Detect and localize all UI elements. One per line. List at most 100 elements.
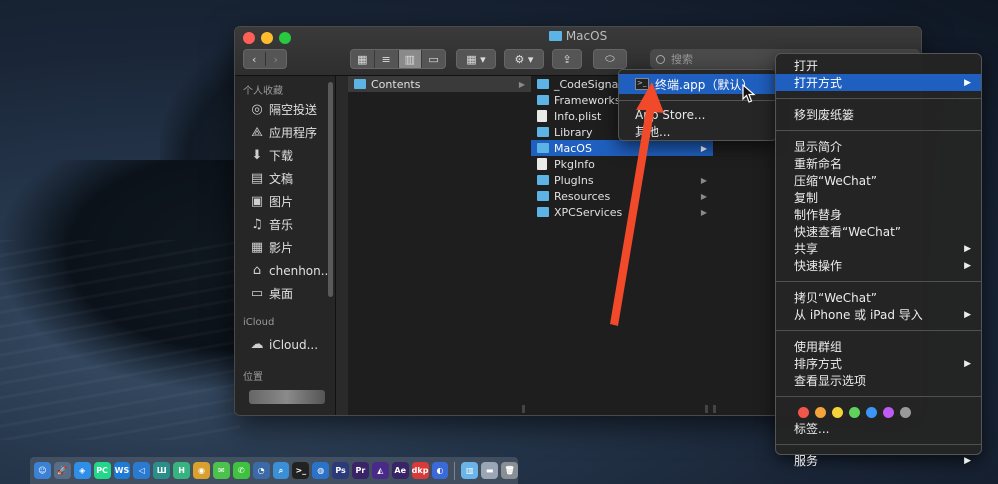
menu-separator [776,330,981,331]
sidebar-item-label: iCloud... [269,337,319,352]
tag-purple[interactable] [883,407,894,418]
dock-chrome-icon[interactable]: ◉ [193,462,210,479]
search-icon [656,54,665,64]
dock-downloads-folder-icon[interactable]: ▥ [461,462,479,479]
sidebar-item-pictures[interactable]: ▣ 图片 [235,190,335,213]
menu-item-label: 共享 [794,242,819,256]
airdrop-icon: ◎ [251,102,263,117]
sidebar-item-label: 图片 [269,195,294,209]
dock-messages-icon[interactable]: ✉ [212,462,230,479]
icloud-heading: iCloud [243,317,275,328]
menu-item-show-view-options[interactable]: 查看显示选项 [776,372,981,389]
sidebar-item-label: 桌面 [269,287,294,301]
dock-proxy-icon[interactable]: ◔ [252,462,270,479]
menu-item-tags[interactable]: 标签... [776,420,981,437]
dock-stack-icon[interactable]: ▬ [481,462,499,479]
action-gear-button[interactable]: ⚙ ▾ [504,49,544,69]
folder-icon [354,79,366,89]
chevron-right-icon: ▶ [518,79,525,89]
share-button[interactable]: ⇪ [552,49,582,69]
dock-search-icon[interactable]: ⌕ [272,462,290,479]
sidebar-item-downloads[interactable]: ⬇ 下载 [235,144,335,167]
menu-item-copy[interactable]: 拷贝“WeChat” [776,289,981,306]
dock-notes-icon[interactable]: Ш [153,462,171,479]
folder-icon [548,31,562,41]
menu-item-use-groups[interactable]: 使用群组 [776,338,981,355]
tag-gray[interactable] [900,407,911,418]
sidebar-item-label: chenhon... [269,263,333,278]
icon-view-button[interactable]: ▦ [351,50,375,68]
item-label: MacOS [554,141,592,155]
dock-webstorm-icon[interactable]: WS [113,462,131,479]
sidebar-item-documents[interactable]: ▤ 文稿 [235,167,335,190]
window-title-text: MacOS [565,29,608,43]
tag-green[interactable] [849,407,860,418]
dock-browser-icon[interactable]: ◐ [431,462,449,479]
dock-vectorizer-icon[interactable]: ◭ [371,462,389,479]
sidebar-scrollbar[interactable] [328,82,333,297]
list-item-contents[interactable]: Contents ▶ [348,76,531,92]
dock-safari-icon[interactable]: ◈ [73,462,91,479]
menu-item-import-from-iphone[interactable]: 从 iPhone 或 iPad 导入 ▶ [776,306,981,323]
menu-item-open-with[interactable]: 打开方式 ▶ [776,74,981,91]
menu-item-quick-actions[interactable]: 快速操作 ▶ [776,257,981,274]
menu-item-share[interactable]: 共享 ▶ [776,240,981,257]
dock-premiere-icon[interactable]: Pr [352,462,369,479]
sidebar-item-redacted-location[interactable] [249,390,325,404]
sidebar-item-music[interactable]: ♫ 音乐 [235,213,335,236]
menu-item-open[interactable]: 打开 [776,57,981,74]
dock-photoshop-icon[interactable]: Ps [332,462,349,479]
sidebar-item-movies[interactable]: ▦ 影片 [235,236,335,259]
dock-launchpad-icon[interactable]: 🚀 [53,462,71,479]
dock-pycharm-icon[interactable]: PC [93,462,111,479]
sidebar-item-icloud-drive[interactable]: ☁ iCloud... [235,333,335,356]
back-button[interactable]: ‹ [244,53,265,66]
tag-yellow[interactable] [832,407,843,418]
menu-item-sort-by[interactable]: 排序方式 ▶ [776,355,981,372]
folder-icon [537,127,549,137]
dock-separator [454,461,456,480]
menu-item-get-info[interactable]: 显示简介 [776,138,981,155]
menu-item-move-to-trash[interactable]: 移到废纸篓 [776,106,981,123]
documents-icon: ▤ [250,171,264,186]
menu-item-label: 打开方式 [794,76,843,90]
dock-maps-icon[interactable]: ◍ [312,462,330,479]
sidebar-item-applications[interactable]: ⟁ 应用程序 [235,121,335,144]
gallery-view-button[interactable]: ▭ [422,50,445,68]
forward-button[interactable]: › [266,53,287,66]
dock-hbuilder-icon[interactable]: H [173,462,190,479]
dock-trash-icon[interactable]: 🗑 [501,462,518,479]
tag-red[interactable] [798,407,809,418]
tag-blue[interactable] [866,407,877,418]
menu-item-rename[interactable]: 重新命名 [776,155,981,172]
group-button[interactable]: ▦ ▾ [456,49,496,69]
arrow-shape [610,82,664,326]
list-view-button[interactable]: ≡ [375,50,399,68]
column-resize-handle[interactable] [713,405,716,413]
tag-orange[interactable] [815,407,826,418]
dock-finder-icon[interactable]: ☺ [34,462,51,479]
tag-button[interactable]: ⬭ [593,49,627,69]
sidebar-item-desktop[interactable]: ▭ 桌面 [235,282,335,305]
dock-tool-icon[interactable]: dkp [411,462,429,479]
item-label: Contents [371,77,421,91]
sidebar-item-airdrop[interactable]: ◎ 隔空投送 [235,98,335,121]
dock-after-effects-icon[interactable]: Ae [391,462,409,479]
dock-terminal-icon[interactable]: >_ [292,462,310,479]
menu-item-duplicate[interactable]: 复制 [776,189,981,206]
menu-item-make-alias[interactable]: 制作替身 [776,206,981,223]
sidebar-item-home[interactable]: ⌂ chenhon... [235,259,335,282]
menu-item-quick-look[interactable]: 快速查看“WeChat” [776,223,981,240]
column-resize-handle[interactable] [705,405,708,413]
movies-icon: ▦ [250,240,264,255]
column-resize-handle[interactable] [522,405,525,413]
menu-item-label: 快速操作 [794,259,843,273]
menu-item-services[interactable]: 服务 ▶ [776,452,981,469]
menu-item-compress[interactable]: 压缩“WeChat” [776,172,981,189]
column-view-button[interactable]: ▥ [398,50,423,68]
dock-wechat-icon[interactable]: ✆ [232,462,250,479]
dock-vscode-icon[interactable]: ◁ [133,462,151,479]
nav-button-group: ‹ › [243,49,287,69]
folder-icon [537,175,549,185]
column-spacer [336,76,348,415]
